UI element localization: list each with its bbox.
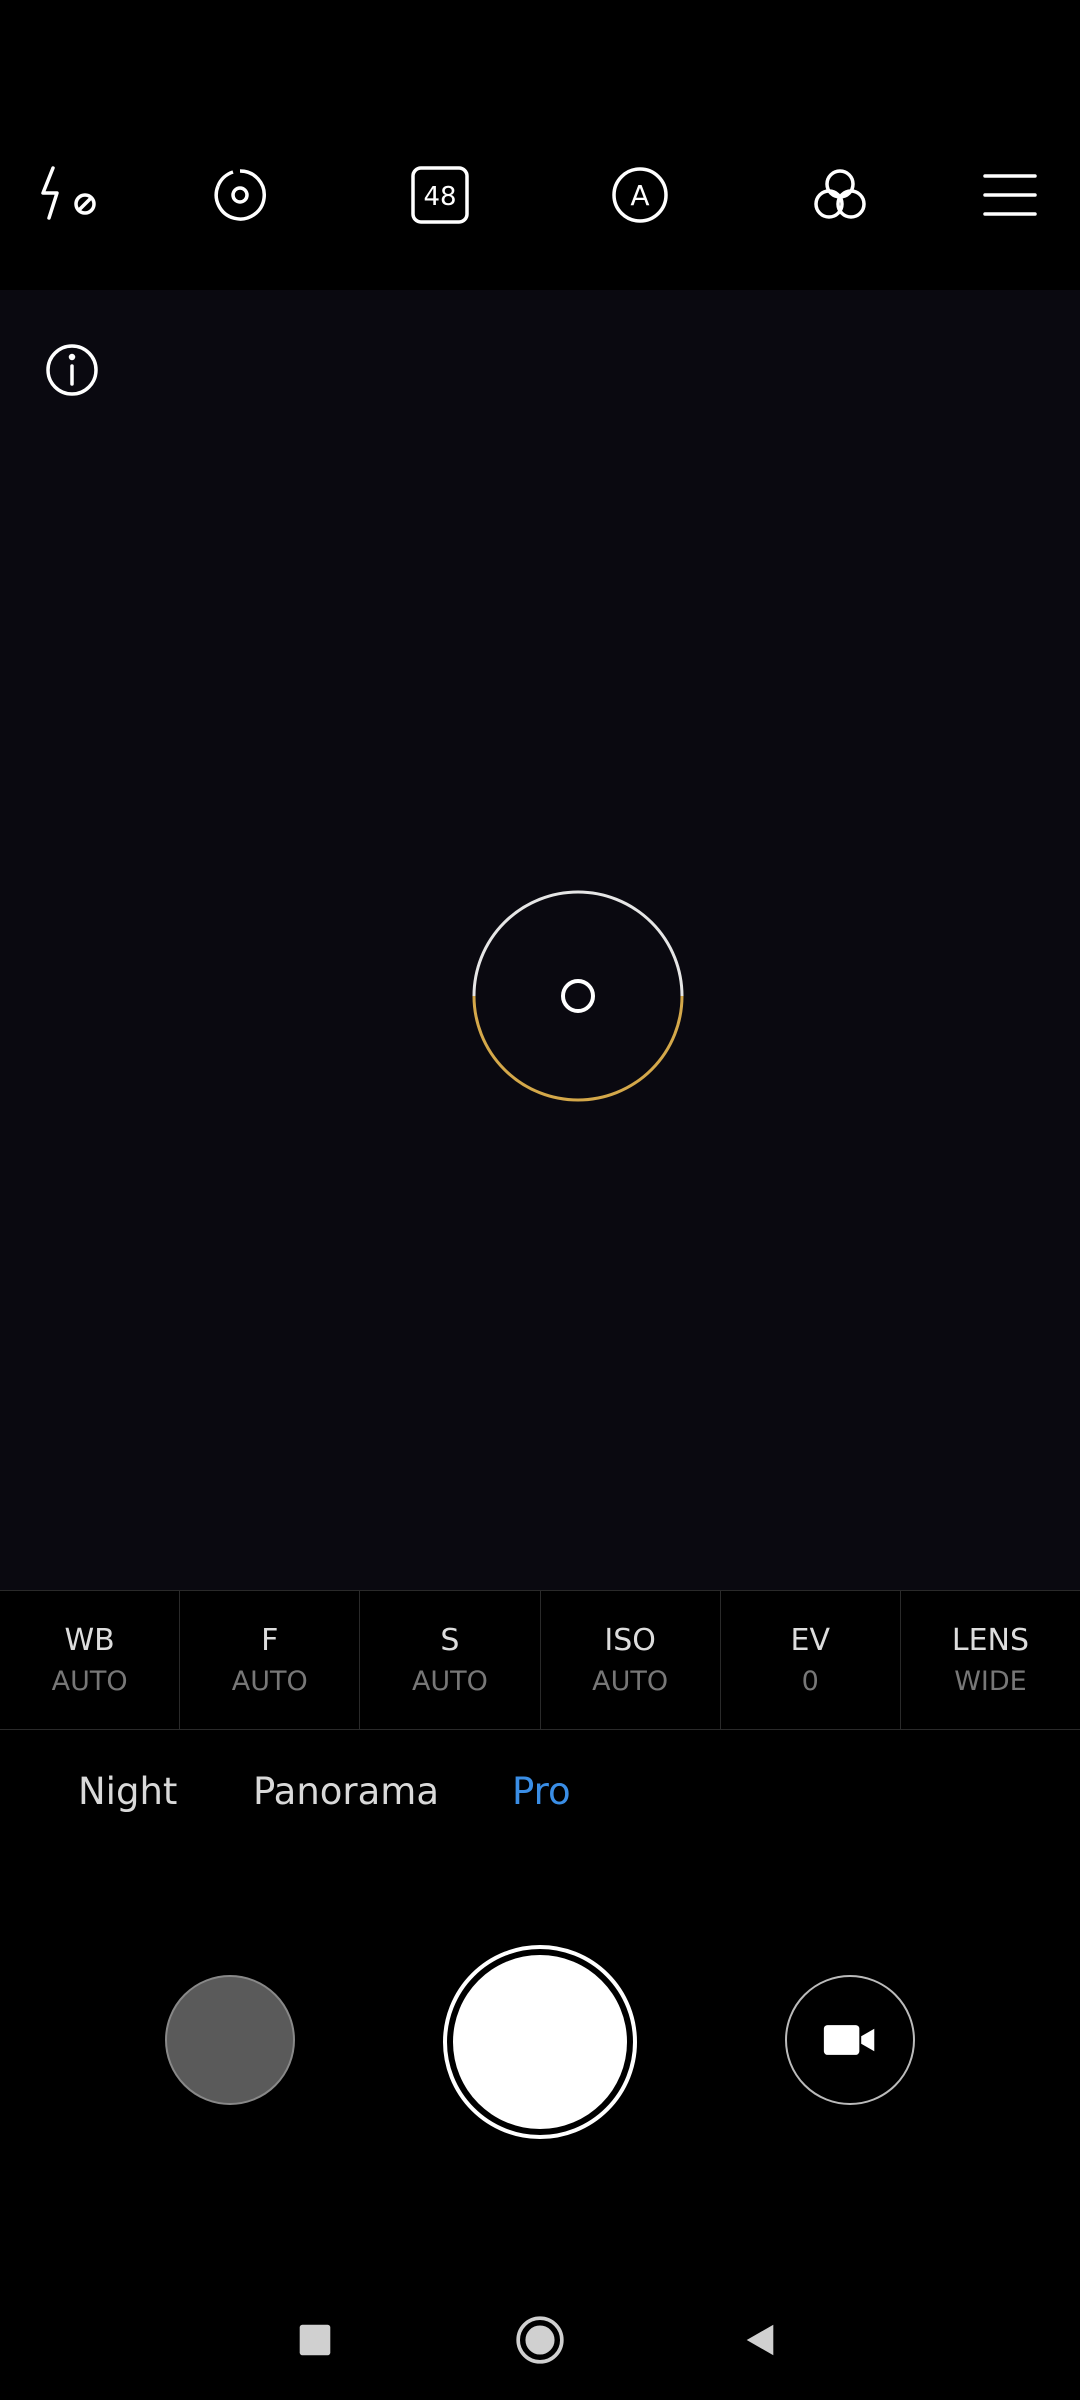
mode-selector: Night Panorama Pro <box>0 1770 1080 1840</box>
svg-text:48: 48 <box>423 182 456 212</box>
hdr-icon[interactable] <box>205 160 275 230</box>
focus-ring <box>468 886 688 1106</box>
filters-icon[interactable] <box>805 160 875 230</box>
param-value: AUTO <box>411 1665 488 1697</box>
param-label: F <box>261 1622 279 1658</box>
square-icon <box>299 2324 331 2356</box>
ai-icon[interactable]: A <box>605 160 675 230</box>
param-value: AUTO <box>231 1665 308 1697</box>
param-label: S <box>440 1622 460 1658</box>
param-label: WB <box>64 1622 115 1658</box>
param-label: ISO <box>604 1622 656 1658</box>
back-triangle-icon <box>746 2324 774 2356</box>
param-iso[interactable]: ISO AUTO <box>541 1591 721 1729</box>
menu-icon[interactable] <box>975 160 1045 230</box>
param-lens[interactable]: LENS WIDE <box>901 1591 1080 1729</box>
param-value: AUTO <box>51 1665 128 1697</box>
mode-pro[interactable]: Pro <box>512 1770 571 1813</box>
mode-night[interactable]: Night <box>78 1770 177 1813</box>
system-navigation-bar <box>0 2280 1080 2400</box>
param-label: EV <box>790 1622 831 1658</box>
flash-off-icon[interactable] <box>35 160 105 230</box>
param-ev[interactable]: EV 0 <box>721 1591 901 1729</box>
param-value: 0 <box>801 1665 819 1697</box>
video-mode-button[interactable] <box>785 1975 915 2105</box>
param-label: LENS <box>951 1622 1030 1658</box>
home-circle-icon <box>516 2316 564 2364</box>
top-toolbar: 48 A <box>0 0 1080 290</box>
video-camera-icon <box>823 2025 875 2055</box>
back-button[interactable] <box>720 2300 800 2380</box>
svg-text:A: A <box>630 179 649 212</box>
48mp-icon[interactable]: 48 <box>405 160 475 230</box>
param-s[interactable]: S AUTO <box>360 1591 541 1729</box>
param-value: AUTO <box>592 1665 669 1697</box>
pro-parameters-bar: WB AUTO F AUTO S AUTO ISO AUTO EV 0 LENS… <box>0 1590 1080 1730</box>
recents-button[interactable] <box>275 2300 355 2380</box>
gallery-thumbnail[interactable] <box>165 1975 295 2105</box>
home-button[interactable] <box>500 2300 580 2380</box>
param-value: WIDE <box>954 1665 1027 1697</box>
shutter-button[interactable] <box>453 1955 627 2129</box>
param-f[interactable]: F AUTO <box>180 1591 361 1729</box>
mode-panorama[interactable]: Panorama <box>253 1770 439 1813</box>
info-icon[interactable] <box>42 340 102 400</box>
param-wb[interactable]: WB AUTO <box>0 1591 181 1729</box>
